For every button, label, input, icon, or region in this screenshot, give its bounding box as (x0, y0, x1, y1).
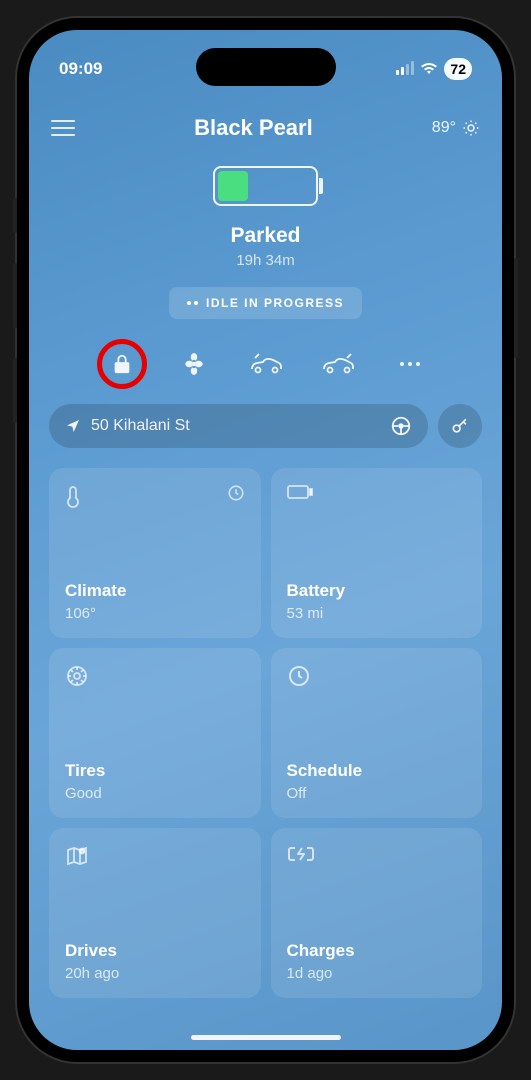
more-button[interactable] (390, 344, 430, 384)
card-sub: 106° (65, 605, 245, 622)
lock-button[interactable] (102, 344, 142, 384)
card-title: Tires (65, 761, 245, 781)
battery-widget[interactable] (29, 166, 502, 206)
cellular-icon (396, 63, 414, 75)
card-sub: Off (287, 785, 467, 802)
outside-temp[interactable]: 89° (432, 119, 480, 137)
battery-fill (218, 171, 248, 201)
battery-icon (287, 484, 313, 500)
more-icon (399, 361, 421, 367)
tire-icon (65, 664, 89, 688)
annotation-circle (97, 339, 147, 389)
parked-duration: 19h 34m (29, 252, 502, 269)
tires-card[interactable]: Tires Good (49, 648, 261, 818)
sun-icon (462, 119, 480, 137)
status-battery: 72 (444, 58, 472, 80)
card-sub: 53 mi (287, 605, 467, 622)
clock-icon (287, 664, 311, 688)
key-button[interactable] (438, 404, 482, 448)
card-title: Charges (287, 941, 467, 961)
vehicle-state: Parked (29, 224, 502, 248)
idle-status-button[interactable]: IDLE IN PROGRESS (169, 287, 362, 319)
menu-button[interactable] (51, 120, 75, 136)
card-title: Climate (65, 581, 245, 601)
climate-button[interactable] (174, 344, 214, 384)
quick-actions (29, 344, 502, 384)
key-icon (450, 416, 470, 436)
address-text: 50 Kihalani St (91, 417, 190, 435)
trunk-button[interactable] (318, 344, 358, 384)
climate-card[interactable]: Climate 106° (49, 468, 261, 638)
app-screen: 09:09 72 Black Pearl 89° (29, 30, 502, 1050)
thermometer-icon (65, 484, 81, 508)
frunk-button[interactable] (246, 344, 286, 384)
card-title: Schedule (287, 761, 467, 781)
card-title: Battery (287, 581, 467, 601)
schedule-card[interactable]: Schedule Off (271, 648, 483, 818)
card-sub: 1d ago (287, 965, 467, 982)
charges-card[interactable]: Charges 1d ago (271, 828, 483, 998)
address-row: 50 Kihalani St (49, 404, 482, 448)
home-indicator[interactable] (191, 1035, 341, 1040)
address-pill[interactable]: 50 Kihalani St (49, 404, 428, 448)
charge-icon (287, 844, 315, 864)
dynamic-island (196, 48, 336, 86)
card-sub: Good (65, 785, 245, 802)
frunk-icon (249, 353, 283, 375)
fan-icon (181, 351, 207, 377)
header: Black Pearl 89° (29, 90, 502, 151)
clock-icon (227, 484, 245, 502)
cards-grid: Climate 106° Battery 53 mi (29, 448, 502, 1018)
status-time: 09:09 (59, 59, 102, 79)
vehicle-title: Black Pearl (194, 115, 313, 141)
steering-wheel-icon (390, 415, 412, 437)
drives-card[interactable]: Drives 20h ago (49, 828, 261, 998)
phone-frame: 09:09 72 Black Pearl 89° (17, 18, 514, 1062)
wifi-icon (420, 62, 438, 76)
location-arrow-icon (65, 418, 81, 434)
status-right: 72 (396, 58, 472, 80)
map-pin-icon (65, 844, 89, 868)
card-title: Drives (65, 941, 245, 961)
battery-card[interactable]: Battery 53 mi (271, 468, 483, 638)
trunk-icon (321, 353, 355, 375)
card-sub: 20h ago (65, 965, 245, 982)
